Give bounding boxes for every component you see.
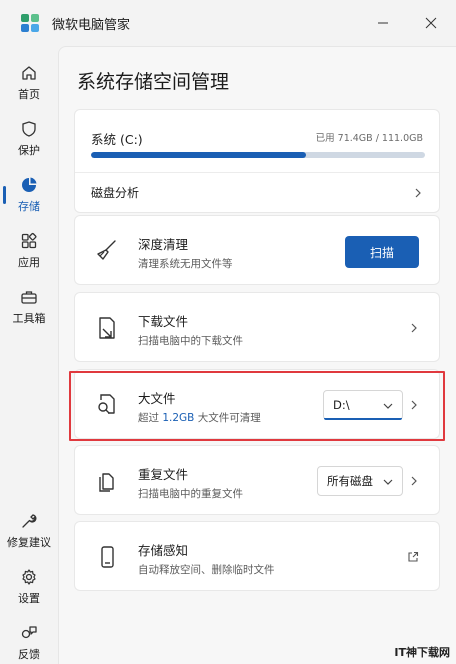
toolbox-icon (21, 291, 37, 304)
app-title: 微软电脑管家 (52, 18, 131, 33)
main-content: 系统存储空间管理 系统 (C:) 已用 71.4GB / 111.0GB 磁盘分… (58, 46, 456, 664)
duplicates-drive-value: 所有磁盘 (327, 474, 373, 488)
downloads-title: 下载文件 (138, 314, 189, 329)
nav-label-settings: 设置 (18, 592, 40, 605)
download-file-icon (99, 317, 115, 339)
duplicates-drive-select[interactable]: 所有磁盘 (317, 466, 403, 496)
scan-button[interactable]: 扫描 (345, 236, 419, 268)
chevron-right-icon (411, 476, 417, 486)
title-bar: 微软电脑管家 (0, 0, 456, 46)
home-icon (22, 66, 36, 80)
pie-chart-icon (22, 177, 37, 192)
nav-item-toolbox[interactable]: 工具箱 (0, 280, 58, 334)
shield-icon (22, 121, 36, 137)
nav-label-toolbox: 工具箱 (12, 312, 46, 325)
nav-item-home[interactable]: 首页 (0, 56, 58, 110)
nav-label-protect: 保护 (18, 144, 40, 157)
deep-clean-card: 深度清理 清理系统无用文件等 扫描 (74, 215, 440, 285)
close-button[interactable] (418, 10, 444, 36)
phone-storage-icon (101, 546, 114, 568)
minimize-button[interactable] (370, 10, 396, 36)
nav-label-feedback: 反馈 (18, 648, 40, 661)
duplicate-files-icon (99, 473, 114, 492)
deep-clean-title: 深度清理 (138, 237, 189, 252)
chevron-down-icon (383, 479, 393, 485)
nav-item-settings[interactable]: 设置 (0, 560, 58, 614)
highlight-annotation (69, 371, 445, 441)
drive-name: 系统 (C:) (91, 132, 143, 147)
open-external-icon (408, 551, 419, 562)
page-title: 系统存储空间管理 (77, 71, 230, 93)
disk-analysis-row[interactable]: 磁盘分析 (75, 173, 439, 213)
deep-clean-subtitle: 清理系统无用文件等 (138, 258, 233, 270)
nav-label-storage: 存储 (18, 200, 40, 213)
broom-icon (97, 240, 116, 260)
drive-card: 系统 (C:) 已用 71.4GB / 111.0GB 磁盘分析 (74, 109, 440, 213)
chevron-right-icon (411, 323, 417, 333)
apps-icon (21, 232, 37, 249)
drive-usage-fill (91, 152, 306, 158)
close-icon (425, 17, 437, 29)
storage-sense-card[interactable]: 存储感知 自动释放空间、删除临时文件 (74, 521, 440, 591)
duplicates-card[interactable]: 重复文件 扫描电脑中的重复文件 所有磁盘 (74, 445, 440, 515)
nav-item-storage[interactable]: 存储 (0, 168, 58, 222)
drive-usage: 已用 71.4GB / 111.0GB (315, 133, 423, 144)
sidebar: 首页 保护 存储 应用 工具箱 修复建议 设置 反馈 (0, 52, 58, 664)
minimize-icon (378, 22, 388, 24)
feedback-icon (21, 626, 37, 639)
storage-sense-subtitle: 自动释放空间、删除临时文件 (138, 564, 275, 576)
app-logo-icon (21, 14, 39, 32)
disk-analysis-label: 磁盘分析 (91, 186, 140, 200)
gear-icon (22, 569, 36, 585)
wrench-icon (22, 514, 37, 528)
nav-label-home: 首页 (18, 88, 40, 101)
nav-item-repair[interactable]: 修复建议 (0, 504, 58, 558)
storage-sense-title: 存储感知 (138, 543, 189, 558)
duplicates-title: 重复文件 (138, 467, 189, 482)
drive-usage-bar (91, 152, 425, 158)
nav-item-apps[interactable]: 应用 (0, 224, 58, 278)
nav-item-protect[interactable]: 保护 (0, 112, 58, 166)
downloads-subtitle: 扫描电脑中的下载文件 (138, 335, 243, 347)
duplicates-subtitle: 扫描电脑中的重复文件 (138, 488, 243, 500)
nav-label-apps: 应用 (18, 256, 40, 269)
downloads-card[interactable]: 下载文件 扫描电脑中的下载文件 (74, 292, 440, 362)
active-indicator (3, 186, 6, 204)
nav-item-feedback[interactable]: 反馈 (0, 616, 58, 664)
watermark: IT神下载网 (394, 646, 450, 659)
chevron-right-icon (415, 188, 421, 198)
nav-label-repair: 修复建议 (7, 536, 51, 549)
